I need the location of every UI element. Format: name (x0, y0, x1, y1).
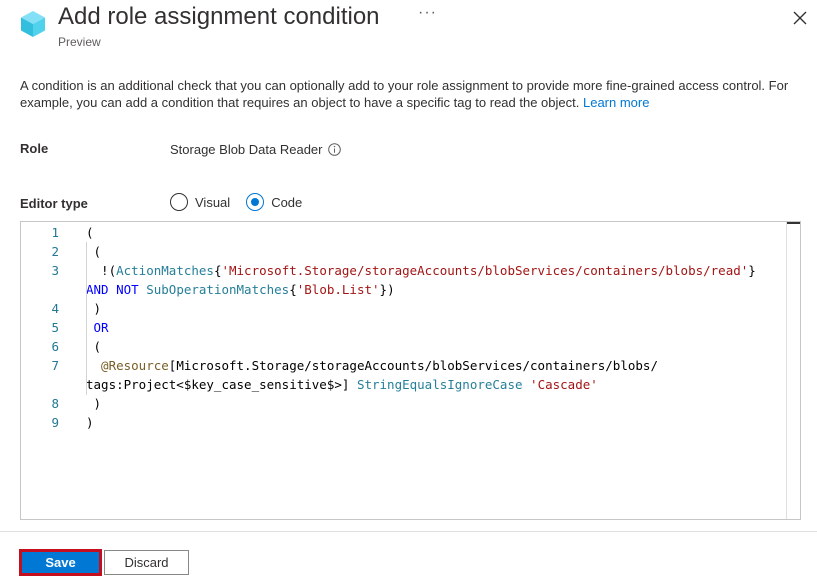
line-number: 7 (21, 356, 59, 375)
code-text: !(ActionMatches{'Microsoft.Storage/stora… (86, 261, 756, 280)
radio-visual[interactable]: Visual (170, 193, 230, 211)
line-number: 3 (21, 261, 59, 280)
code-token: ) (86, 415, 94, 430)
line-number: 5 (21, 318, 59, 337)
line-number: 9 (21, 413, 59, 432)
code-token: 'Blob.List' (297, 282, 380, 297)
editor-type-label: Editor type (20, 196, 88, 211)
code-token: !( (86, 263, 116, 278)
code-token: 'Microsoft.Storage/storageAccounts/blobS… (221, 263, 748, 278)
line-number: 6 (21, 337, 59, 356)
learn-more-link[interactable]: Learn more (583, 95, 649, 110)
editor-scrollbar-thumb[interactable] (787, 222, 800, 240)
description-text: A condition is an additional check that … (20, 78, 788, 110)
info-icon[interactable] (328, 143, 341, 156)
close-icon[interactable] (790, 8, 810, 28)
code-text: ) (86, 299, 101, 318)
role-name: Storage Blob Data Reader (170, 142, 322, 157)
code-token: SubOperationMatches (146, 282, 289, 297)
code-token (523, 377, 531, 392)
code-text: ( (86, 242, 101, 261)
code-token: }) (380, 282, 395, 297)
code-token: OR (86, 320, 109, 335)
line-number: 1 (21, 223, 59, 242)
code-token: ( (86, 225, 94, 240)
radio-code-circle[interactable] (246, 193, 264, 211)
page-subtitle: Preview (58, 35, 101, 49)
code-token: ActionMatches (116, 263, 214, 278)
code-text: tags:Project<$key_case_sensitive$>] Stri… (86, 375, 598, 394)
code-token: [Microsoft.Storage/storageAccounts/blobS… (169, 358, 658, 373)
radio-visual-label: Visual (195, 195, 230, 210)
indent-guide (86, 242, 87, 395)
code-text: ( (86, 223, 94, 242)
code-text: ) (86, 394, 101, 413)
more-options-button[interactable]: ··· (418, 4, 437, 22)
code-token: AND NOT (86, 282, 146, 297)
code-token: ( (86, 339, 101, 354)
radio-code[interactable]: Code (246, 193, 302, 211)
panel-header: Add role assignment condition ··· Previe… (0, 0, 817, 60)
radio-visual-circle[interactable] (170, 193, 188, 211)
editor-scrollbar[interactable] (786, 222, 800, 519)
code-text: AND NOT SubOperationMatches{'Blob.List'}… (86, 280, 395, 299)
description: A condition is an additional check that … (20, 77, 805, 111)
save-button[interactable]: Save (20, 550, 101, 575)
code-text: OR (86, 318, 109, 337)
line-number: 4 (21, 299, 59, 318)
code-text: @Resource[Microsoft.Storage/storageAccou… (86, 356, 658, 375)
line-number: 8 (21, 394, 59, 413)
code-token: tags:Project<$key_case_sensitive$>] (86, 377, 357, 392)
code-text: ( (86, 337, 101, 356)
code-token: ) (86, 396, 101, 411)
code-token: StringEqualsIgnoreCase (357, 377, 523, 392)
code-token: { (289, 282, 297, 297)
cube-icon (20, 10, 46, 38)
editor-type-radio-group: Visual Code (170, 193, 318, 211)
line-number: 2 (21, 242, 59, 261)
code-editor[interactable]: 1(2 (3 !(ActionMatches{'Microsoft.Storag… (20, 221, 801, 520)
role-label: Role (20, 141, 48, 156)
code-token: } (748, 263, 756, 278)
code-token: @Resource (86, 358, 169, 373)
discard-button[interactable]: Discard (104, 550, 189, 575)
code-token: ) (86, 301, 101, 316)
page-title: Add role assignment condition (58, 3, 380, 31)
footer-divider (0, 531, 817, 532)
role-value: Storage Blob Data Reader (170, 142, 341, 157)
radio-code-label: Code (271, 195, 302, 210)
code-token: ( (86, 244, 101, 259)
code-token: 'Cascade' (530, 377, 598, 392)
code-text: ) (86, 413, 94, 432)
